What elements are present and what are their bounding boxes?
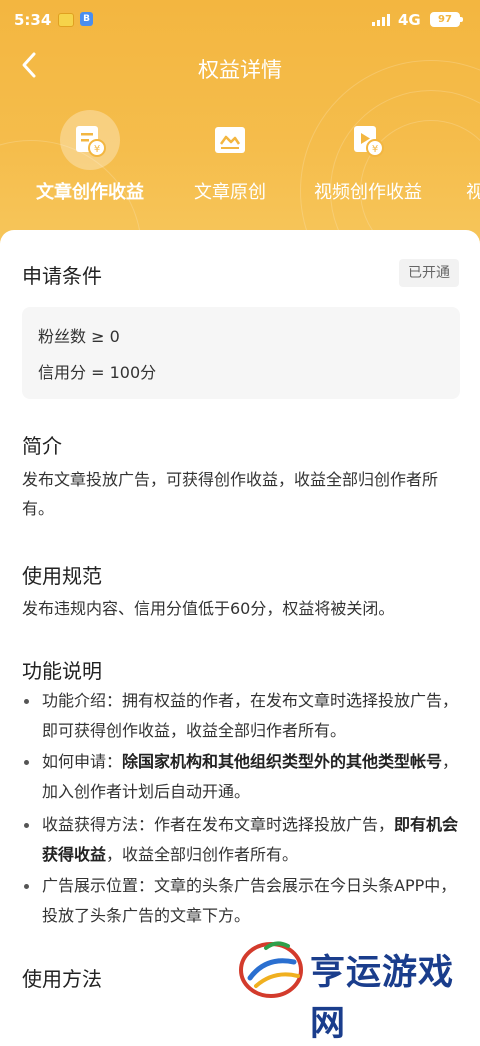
watermark-text: 亨运游戏网 — [310, 952, 455, 1044]
svg-text:¥: ¥ — [94, 144, 100, 155]
list-item: 功能介绍：拥有权益的作者，在发布文章时选择投放广告，即可获得创作收益，收益全部归… — [24, 686, 464, 746]
item-text-2: ，收益全部归创作者所有。 — [106, 845, 299, 864]
item-label: 收益获得方法： — [42, 815, 155, 834]
tab-article-revenue[interactable]: ¥ 文章创作收益 — [30, 110, 150, 204]
bullet-dot — [24, 823, 29, 828]
bullet-dot — [24, 884, 29, 889]
item-label: 广告展示位置： — [42, 876, 155, 895]
section-title-intro: 简介 — [22, 434, 62, 458]
notification-badge-icon: B — [80, 12, 93, 26]
section-title-usage: 使用方法 — [22, 967, 102, 991]
article-revenue-icon: ¥ — [60, 110, 120, 170]
item-label: 功能介绍： — [42, 691, 123, 710]
status-bar: 5:34 B 4G 97 — [0, 0, 480, 40]
section-title-conditions: 申请条件 — [22, 264, 102, 288]
list-item: 收益获得方法：作者在发布文章时选择投放广告，即有机会获得收益，收益全部归创作者所… — [24, 810, 464, 870]
item-text: 作者在发布文章时选择投放广告， — [154, 815, 395, 834]
rules-text: 发布违规内容、信用分值低于60分，权益将被关闭。 — [22, 599, 395, 618]
condition-credit: 信用分 = 100分 — [38, 363, 157, 382]
notification-app-icon — [58, 13, 74, 27]
list-item: 如何申请：除国家机构和其他组织类型外的其他类型帐号，加入创作者计划后自动开通。 — [24, 747, 464, 807]
status-time: 5:34 — [14, 11, 52, 29]
bullet-dot — [24, 760, 29, 765]
network-label: 4G — [398, 11, 421, 29]
tab-label: 文章创作收益 — [36, 182, 144, 203]
conditions-box: 粉丝数 ≥ 0 信用分 = 100分 — [22, 307, 460, 399]
signal-icon — [372, 14, 390, 26]
tab-label: 视频创作收益 — [314, 182, 422, 203]
tab-label: 文章原创 — [194, 182, 266, 203]
tab-video-revenue[interactable]: ¥ 视频创作收益 — [308, 110, 428, 204]
section-title-rules: 使用规范 — [22, 564, 102, 588]
video-revenue-icon: ¥ — [338, 110, 398, 170]
bullet-dot — [24, 699, 29, 704]
status-badge: 已开通 — [399, 259, 459, 287]
item-bold-text: 除国家机构和其他组织类型外的其他类型帐号 — [122, 752, 443, 771]
svg-text:¥: ¥ — [372, 144, 378, 155]
intro-text: 发布文章投放广告，可获得创作收益，收益全部归创作者所有。 — [22, 470, 439, 518]
condition-fans: 粉丝数 ≥ 0 — [38, 327, 120, 346]
item-label: 如何申请： — [42, 752, 123, 771]
battery-icon: 97 — [430, 12, 463, 27]
page-title: 权益详情 — [198, 58, 282, 82]
tab-label: 视 — [466, 182, 480, 203]
section-title-features: 功能说明 — [22, 659, 102, 683]
tab-article-original[interactable]: 文章原创 — [185, 110, 275, 204]
list-item: 广告展示位置：文章的头条广告会展示在今日头条APP中，投放了头条广告的文章下方。 — [24, 871, 464, 931]
article-original-icon — [200, 110, 260, 170]
tab-partial[interactable]: 视 — [466, 110, 480, 204]
